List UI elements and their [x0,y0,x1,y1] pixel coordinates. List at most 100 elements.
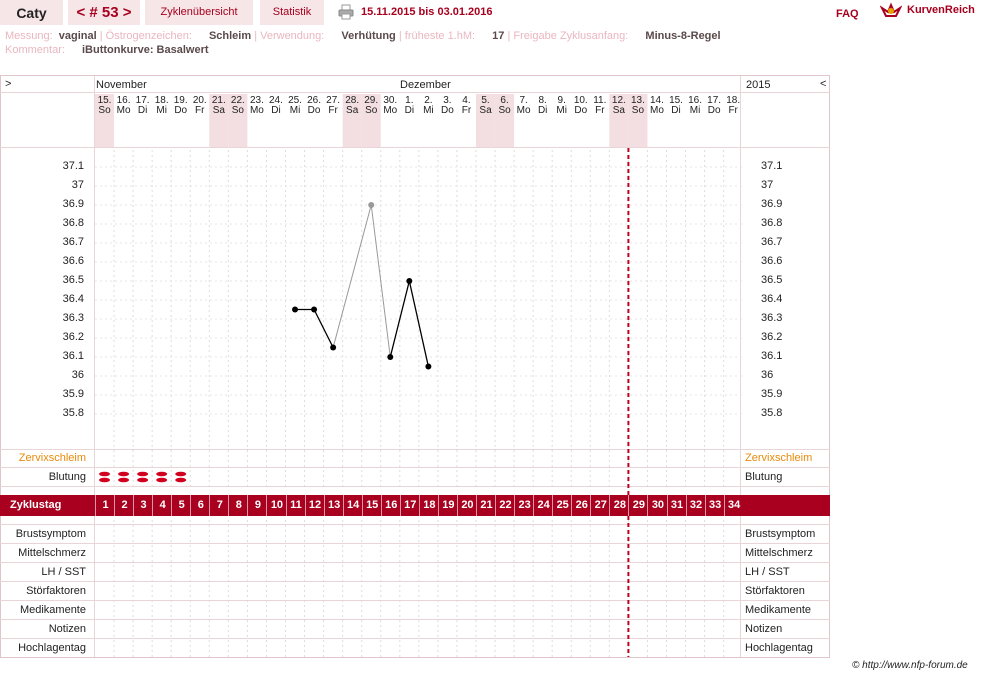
day-header[interactable]: 16. Mo [114,96,133,116]
day-header[interactable]: 1. Di [400,96,419,116]
cycle-day-number[interactable]: 7 [209,495,229,516]
temperature-point [425,363,432,370]
day-header[interactable]: 26. Do [305,96,324,116]
cycle-day-number[interactable]: 26 [571,495,591,516]
cycle-day-number[interactable]: 31 [666,495,687,516]
row-label-right: Brustsymptom [745,528,816,540]
month-december: Dezember [400,79,451,91]
row-label-right: Medikamente [745,604,812,616]
day-header[interactable]: 17. Di [133,96,152,116]
day-weekday: Mo [116,105,131,116]
day-header[interactable]: 14. Mo [647,96,666,116]
day-header[interactable]: 18. Fr [724,96,743,116]
day-header[interactable]: 17. Do [705,96,724,116]
day-header[interactable]: 4. Fr [457,96,476,116]
day-header[interactable]: 18. Mi [152,96,171,116]
day-header[interactable]: 2. Mi [419,96,438,116]
cycle-day-number[interactable]: 2 [114,495,134,516]
cycle-day-number[interactable]: 18 [418,495,439,516]
cycle-day-number[interactable]: 34 [723,495,744,516]
cycle-day-number[interactable]: 25 [552,495,572,516]
y-tick-label-left: 36.4 [62,293,84,305]
y-tick-label-left: 36.5 [62,274,84,286]
cycle-day-number[interactable]: 9 [247,495,267,516]
day-header[interactable]: 12. Sa [609,96,628,116]
row-label-right: Notizen [745,623,783,635]
day-header[interactable]: 8. Di [533,96,552,116]
cycle-day-number[interactable]: 24 [533,495,553,516]
temperature-point [292,306,299,313]
cycle-day-number[interactable]: 16 [380,495,401,516]
day-header[interactable]: 15. Di [667,96,686,116]
y-tick-label-right: 36.7 [761,236,783,248]
day-weekday: So [631,105,645,116]
cycle-day-number[interactable]: 30 [647,495,667,516]
y-tick-label-left: 37.1 [62,160,84,172]
day-header[interactable]: 25. Mi [286,96,305,116]
nav-next[interactable]: > [5,78,11,90]
cycle-day-number[interactable]: 1 [95,495,115,516]
day-header[interactable]: 27. Fr [324,96,343,116]
cycle-day-number[interactable]: 32 [685,495,706,516]
cycle-day-number[interactable]: 21 [476,495,496,516]
day-weekday: Mo [383,105,398,116]
temperature-point [368,202,375,208]
y-tick-label-left: 35.9 [62,388,84,400]
day-header[interactable]: 7. Mo [514,96,533,116]
cycle-day-number[interactable]: 17 [399,495,420,516]
row-label-left: Medikamente [19,604,86,616]
day-header[interactable]: 11. Fr [590,96,609,116]
day-header[interactable]: 30. Mo [381,96,400,116]
day-header[interactable]: 28. Sa [343,96,362,116]
day-weekday: Fr [328,105,338,116]
cycle-day-number[interactable]: 13 [323,495,344,516]
y-tick-label-left: 36 [71,369,84,381]
day-header[interactable]: 19. Do [171,96,190,116]
day-header[interactable]: 10. Do [571,96,590,116]
bleeding-marker [99,471,111,477]
day-weekday: Do [574,105,588,116]
cycle-day-number[interactable]: 14 [342,495,363,516]
row-label-left: Störfaktoren [26,585,86,597]
cycle-day-number[interactable]: 27 [590,495,610,516]
cycle-day-number[interactable]: 8 [228,495,248,516]
cycle-day-number[interactable]: 3 [133,495,153,516]
cycle-day-number[interactable]: 6 [190,495,210,516]
temperature-point [387,354,394,360]
day-header[interactable]: 29. So [362,96,381,116]
y-tick-label-left: 36.1 [62,350,84,362]
cycle-day-number[interactable]: 4 [152,495,172,516]
day-header[interactable]: 6. So [495,96,514,116]
cycle-day-number[interactable]: 19 [437,495,458,516]
bleeding-marker [175,477,187,483]
cycle-day-number[interactable]: 29 [628,495,648,516]
day-header[interactable]: 3. Do [438,96,457,116]
day-header[interactable]: 20. Fr [190,96,209,116]
cycle-day-number[interactable]: 15 [361,495,382,516]
day-header[interactable]: 15. So [95,96,114,116]
day-header[interactable]: 5. Sa [476,96,495,116]
cycle-day-number[interactable]: 23 [514,495,534,516]
cycle-day-number[interactable]: 11 [285,495,306,516]
day-weekday: Fr [595,105,605,116]
footer-credit[interactable]: © http://www.nfp-forum.de [852,660,968,671]
temperature-line [295,308,334,348]
bleeding-marker [175,471,187,477]
cycle-day-number[interactable]: 20 [456,495,477,516]
cycle-day-number[interactable]: 12 [304,495,325,516]
day-header[interactable]: 22. So [228,96,247,116]
nav-prev[interactable]: < [820,78,826,90]
cycle-day-number[interactable]: 5 [171,495,191,516]
cycle-day-number[interactable]: 28 [609,495,629,516]
day-header[interactable]: 16. Mi [686,96,705,116]
day-header[interactable]: 23. Mo [247,96,266,116]
cycle-day-number[interactable]: 22 [495,495,515,516]
day-header[interactable]: 24. Di [266,96,285,116]
cycle-day-number[interactable]: 10 [266,495,286,516]
day-header[interactable]: 13. So [628,96,647,116]
day-header[interactable]: 21. Sa [209,96,228,116]
day-weekday: Sa [612,105,625,116]
day-header[interactable]: 9. Mi [552,96,571,116]
cycle-day-number[interactable]: 33 [704,495,725,516]
bleeding-marker [118,471,130,477]
